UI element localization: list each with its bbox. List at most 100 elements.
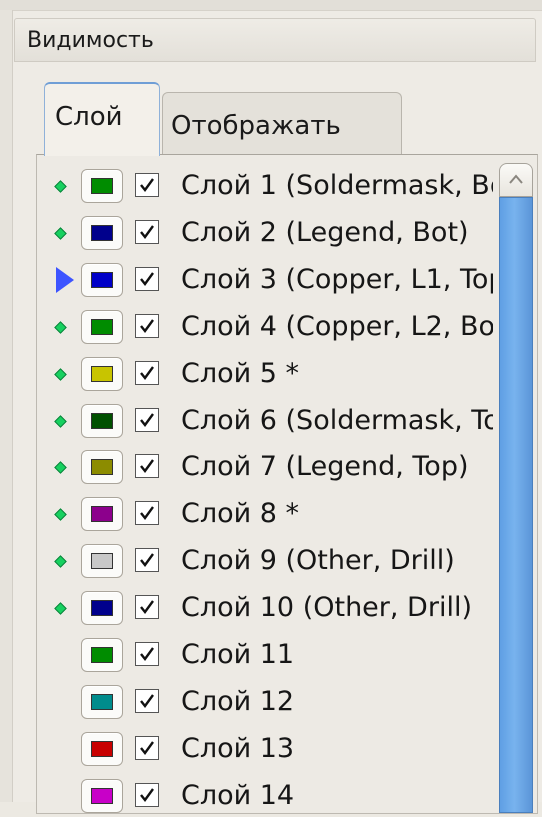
layer-row[interactable]: Слой 1 (Soldermask, Bot) [45, 163, 495, 209]
layer-list-panel: Слой 1 (Soldermask, Bot) Слой 2 (Legend, … [36, 154, 538, 814]
layer-color-swatch [91, 506, 113, 523]
layer-name: Слой 5 * [181, 357, 300, 389]
layer-color-button[interactable] [81, 309, 123, 344]
resize-grip[interactable] [0, 10, 13, 802]
layer-color-button[interactable] [81, 450, 123, 485]
layer-visible-checkbox[interactable] [135, 219, 159, 244]
checkmark-icon [140, 553, 154, 568]
layer-visible-checkbox[interactable] [135, 407, 159, 432]
layer-name: Слой 14 [181, 779, 295, 811]
layer-visible-checkbox[interactable] [135, 454, 159, 479]
layer-color-button[interactable] [81, 731, 123, 766]
layer-row[interactable]: Слой 13 [45, 726, 495, 772]
layer-color-button[interactable] [81, 215, 123, 250]
layer-color-button[interactable] [81, 591, 123, 626]
layer-visible-checkbox[interactable] [135, 266, 159, 291]
layer-color-button[interactable] [81, 544, 123, 579]
layer-name: Слой 13 [181, 732, 295, 764]
layer-name: Слой 1 (Soldermask, Bot) [181, 170, 493, 201]
checkmark-icon [140, 600, 154, 615]
layer-color-button[interactable] [81, 684, 123, 719]
checkmark-icon [140, 225, 154, 239]
layer-color-swatch [91, 178, 113, 194]
layer-visible-checkbox[interactable] [135, 360, 159, 385]
layer-color-button[interactable] [81, 778, 123, 813]
tab-display[interactable]: Отображать [162, 92, 402, 154]
layer-visible-checkbox[interactable] [135, 688, 159, 713]
layer-visible-checkbox[interactable] [135, 735, 159, 760]
active-layer-diamond-icon [54, 180, 67, 193]
layer-color-button[interactable] [81, 497, 123, 532]
layer-row[interactable]: Слой 4 (Copper, L2, Bot) [45, 304, 495, 350]
layer-row[interactable]: Слой 3 (Copper, L1, Top) [45, 257, 495, 303]
layer-row[interactable]: Слой 14 [45, 773, 495, 817]
checkmark-icon [140, 787, 154, 802]
layer-visible-checkbox[interactable] [135, 642, 159, 666]
layer-visible-checkbox[interactable] [135, 595, 159, 620]
layer-row[interactable]: Слой 10 (Other, Drill) [45, 585, 495, 631]
active-layer-diamond-icon [54, 367, 67, 381]
layer-color-swatch [91, 318, 113, 335]
layer-color-button[interactable] [81, 403, 123, 438]
checkmark-icon [140, 412, 154, 427]
active-layer-diamond-icon [54, 602, 67, 615]
layer-visible-checkbox[interactable] [135, 501, 159, 526]
scroll-up-button[interactable] [499, 163, 533, 197]
layer-row[interactable]: Слой 6 (Soldermask, Top) [45, 398, 495, 444]
layer-name: Слой 7 (Legend, Top) [181, 451, 469, 483]
tab-layer-label: Слой [55, 102, 123, 132]
layer-color-swatch [91, 787, 113, 804]
layer-color-swatch [91, 740, 113, 757]
layer-color-button[interactable] [81, 356, 123, 391]
checkmark-icon [140, 365, 154, 380]
layer-row[interactable]: Слой 9 (Other, Drill) [45, 538, 495, 584]
chevron-up-icon [509, 174, 523, 184]
layer-row[interactable]: Слой 7 (Legend, Top) [45, 444, 495, 490]
layer-visible-checkbox[interactable] [135, 313, 159, 338]
layer-color-button[interactable] [81, 638, 123, 672]
active-layer-diamond-icon [54, 227, 67, 240]
layer-visible-checkbox[interactable] [135, 173, 159, 197]
active-layer-diamond-icon [54, 508, 67, 522]
layer-color-button[interactable] [81, 262, 123, 297]
checkmark-icon [140, 741, 154, 755]
layer-color-swatch [91, 271, 113, 288]
layer-visible-checkbox[interactable] [135, 782, 159, 807]
layer-color-swatch [91, 459, 113, 476]
layer-color-swatch [91, 647, 113, 663]
layer-name: Слой 9 (Other, Drill) [181, 545, 455, 577]
panel-header: Видимость [14, 18, 536, 62]
layer-color-swatch [91, 600, 113, 617]
layer-visibility-window: Видимость Слой Отображать Слой 1 (Solder… [0, 0, 542, 814]
layer-row[interactable]: Слой 5 * [45, 351, 495, 397]
layer-name: Слой 12 [181, 685, 295, 717]
tab-display-label: Отображать [171, 111, 341, 141]
layer-name: Слой 3 (Copper, L1, Top) [181, 263, 493, 295]
vertical-scrollbar[interactable] [499, 163, 533, 813]
layer-row[interactable]: Слой 8 * [45, 491, 495, 537]
tab-layer[interactable]: Слой [44, 82, 160, 156]
checkmark-icon [140, 272, 154, 286]
checkmark-icon [140, 178, 154, 192]
active-layer-diamond-icon [54, 461, 67, 475]
layer-visible-checkbox[interactable] [135, 548, 159, 573]
active-layer-diamond-icon [54, 555, 67, 569]
current-layer-arrow-icon [56, 266, 74, 293]
layer-color-button[interactable] [81, 169, 123, 203]
layer-color-swatch [91, 553, 113, 570]
checkmark-icon [140, 647, 154, 661]
layer-list: Слой 1 (Soldermask, Bot) Слой 2 (Legend, … [45, 157, 535, 817]
panel-title: Видимость [27, 28, 154, 53]
layer-name: Слой 11 [181, 639, 295, 670]
layer-name: Слой 10 (Other, Drill) [181, 592, 472, 624]
checkmark-icon [140, 694, 154, 708]
checkmark-icon [140, 318, 154, 333]
checkmark-icon [140, 506, 154, 521]
layer-row[interactable]: Слой 12 [45, 679, 495, 725]
active-layer-diamond-icon [54, 414, 67, 428]
layer-name: Слой 4 (Copper, L2, Bot) [181, 310, 493, 342]
layer-name: Слой 2 (Legend, Bot) [181, 216, 469, 248]
layer-row[interactable]: Слой 11 [45, 632, 495, 678]
layer-row[interactable]: Слой 2 (Legend, Bot) [45, 210, 495, 256]
scroll-thumb[interactable] [499, 197, 533, 813]
